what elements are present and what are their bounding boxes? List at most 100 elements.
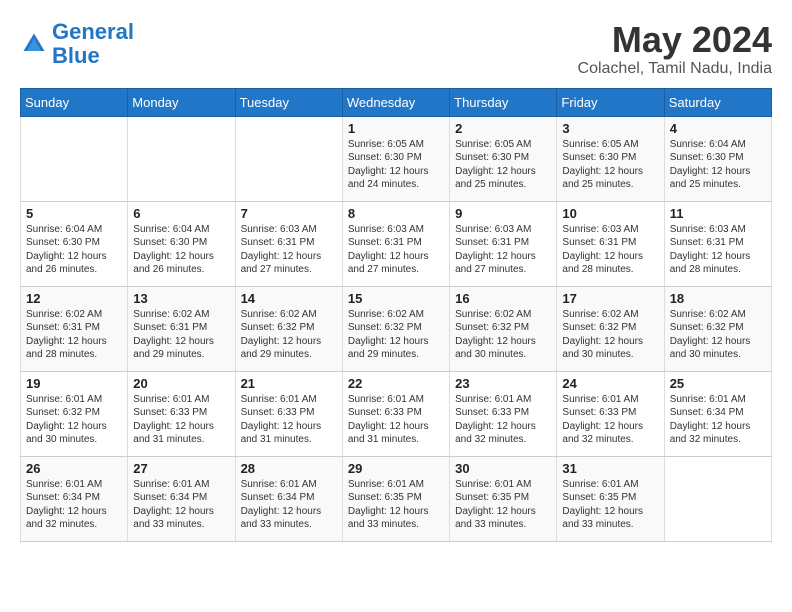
calendar-header-row: SundayMondayTuesdayWednesdayThursdayFrid…: [21, 88, 772, 116]
day-cell: 11 Sunrise: 6:03 AM Sunset: 6:31 PM Dayli…: [664, 201, 771, 286]
logo: General Blue: [20, 20, 134, 68]
day-number: 16: [455, 291, 551, 306]
day-info: Sunrise: 6:04 AM Sunset: 6:30 PM Dayligh…: [670, 138, 766, 192]
day-number: 9: [455, 206, 551, 221]
page-header: General Blue May 2024 Colachel, Tamil Na…: [20, 20, 772, 78]
day-info: Sunrise: 6:01 AM Sunset: 6:32 PM Dayligh…: [26, 393, 122, 447]
day-info: Sunrise: 6:01 AM Sunset: 6:34 PM Dayligh…: [133, 478, 229, 532]
day-number: 26: [26, 461, 122, 476]
day-number: 7: [241, 206, 337, 221]
day-info: Sunrise: 6:04 AM Sunset: 6:30 PM Dayligh…: [26, 223, 122, 277]
col-header-thursday: Thursday: [450, 88, 557, 116]
day-cell: [21, 116, 128, 201]
day-cell: 18 Sunrise: 6:02 AM Sunset: 6:32 PM Dayli…: [664, 286, 771, 371]
day-info: Sunrise: 6:01 AM Sunset: 6:34 PM Dayligh…: [241, 478, 337, 532]
day-cell: 5 Sunrise: 6:04 AM Sunset: 6:30 PM Daylig…: [21, 201, 128, 286]
day-info: Sunrise: 6:03 AM Sunset: 6:31 PM Dayligh…: [241, 223, 337, 277]
week-row-3: 19Sunrise: 6:01 AM Sunset: 6:32 PM Dayli…: [21, 371, 772, 456]
day-cell: 30Sunrise: 6:01 AM Sunset: 6:35 PM Dayli…: [450, 456, 557, 541]
day-info: Sunrise: 6:02 AM Sunset: 6:31 PM Dayligh…: [26, 308, 122, 362]
day-number: 3: [562, 121, 658, 136]
day-number: 5: [26, 206, 122, 221]
day-cell: 4 Sunrise: 6:04 AM Sunset: 6:30 PM Daylig…: [664, 116, 771, 201]
day-cell: 29Sunrise: 6:01 AM Sunset: 6:35 PM Dayli…: [342, 456, 449, 541]
day-number: 13: [133, 291, 229, 306]
day-info: Sunrise: 6:01 AM Sunset: 6:35 PM Dayligh…: [562, 478, 658, 532]
day-cell: 7 Sunrise: 6:03 AM Sunset: 6:31 PM Daylig…: [235, 201, 342, 286]
day-number: 11: [670, 206, 766, 221]
day-cell: 9 Sunrise: 6:03 AM Sunset: 6:31 PM Daylig…: [450, 201, 557, 286]
week-row-0: 1 Sunrise: 6:05 AM Sunset: 6:30 PM Daylig…: [21, 116, 772, 201]
day-number: 28: [241, 461, 337, 476]
day-info: Sunrise: 6:05 AM Sunset: 6:30 PM Dayligh…: [455, 138, 551, 192]
day-number: 25: [670, 376, 766, 391]
day-number: 15: [348, 291, 444, 306]
day-info: Sunrise: 6:03 AM Sunset: 6:31 PM Dayligh…: [562, 223, 658, 277]
day-number: 14: [241, 291, 337, 306]
day-cell: 10 Sunrise: 6:03 AM Sunset: 6:31 PM Dayli…: [557, 201, 664, 286]
day-number: 22: [348, 376, 444, 391]
day-info: Sunrise: 6:02 AM Sunset: 6:32 PM Dayligh…: [562, 308, 658, 362]
month-year: May 2024: [578, 20, 772, 60]
day-info: Sunrise: 6:02 AM Sunset: 6:31 PM Dayligh…: [133, 308, 229, 362]
day-number: 1: [348, 121, 444, 136]
day-info: Sunrise: 6:05 AM Sunset: 6:30 PM Dayligh…: [562, 138, 658, 192]
week-row-1: 5 Sunrise: 6:04 AM Sunset: 6:30 PM Daylig…: [21, 201, 772, 286]
day-number: 17: [562, 291, 658, 306]
day-info: Sunrise: 6:01 AM Sunset: 6:33 PM Dayligh…: [241, 393, 337, 447]
day-info: Sunrise: 6:01 AM Sunset: 6:34 PM Dayligh…: [26, 478, 122, 532]
day-cell: 22 Sunrise: 6:01 AM Sunset: 6:33 PM Dayli…: [342, 371, 449, 456]
day-info: Sunrise: 6:01 AM Sunset: 6:33 PM Dayligh…: [133, 393, 229, 447]
day-number: 2: [455, 121, 551, 136]
day-info: Sunrise: 6:03 AM Sunset: 6:31 PM Dayligh…: [670, 223, 766, 277]
day-number: 31: [562, 461, 658, 476]
day-cell: 12Sunrise: 6:02 AM Sunset: 6:31 PM Dayli…: [21, 286, 128, 371]
day-number: 20: [133, 376, 229, 391]
day-info: Sunrise: 6:02 AM Sunset: 6:32 PM Dayligh…: [241, 308, 337, 362]
day-cell: 8Sunrise: 6:03 AM Sunset: 6:31 PM Daylig…: [342, 201, 449, 286]
day-cell: [664, 456, 771, 541]
day-number: 23: [455, 376, 551, 391]
day-number: 27: [133, 461, 229, 476]
location: Colachel, Tamil Nadu, India: [578, 60, 772, 78]
day-cell: 1Sunrise: 6:05 AM Sunset: 6:30 PM Daylig…: [342, 116, 449, 201]
day-cell: 28 Sunrise: 6:01 AM Sunset: 6:34 PM Dayli…: [235, 456, 342, 541]
title-area: May 2024 Colachel, Tamil Nadu, India: [578, 20, 772, 78]
logo-line1: General: [52, 19, 134, 44]
day-info: Sunrise: 6:02 AM Sunset: 6:32 PM Dayligh…: [455, 308, 551, 362]
day-cell: 16 Sunrise: 6:02 AM Sunset: 6:32 PM Dayli…: [450, 286, 557, 371]
day-info: Sunrise: 6:01 AM Sunset: 6:34 PM Dayligh…: [670, 393, 766, 447]
col-header-sunday: Sunday: [21, 88, 128, 116]
day-cell: 25 Sunrise: 6:01 AM Sunset: 6:34 PM Dayli…: [664, 371, 771, 456]
day-info: Sunrise: 6:01 AM Sunset: 6:35 PM Dayligh…: [348, 478, 444, 532]
day-cell: [235, 116, 342, 201]
day-cell: 26 Sunrise: 6:01 AM Sunset: 6:34 PM Dayli…: [21, 456, 128, 541]
day-cell: 31 Sunrise: 6:01 AM Sunset: 6:35 PM Dayli…: [557, 456, 664, 541]
day-cell: 2 Sunrise: 6:05 AM Sunset: 6:30 PM Daylig…: [450, 116, 557, 201]
day-info: Sunrise: 6:03 AM Sunset: 6:31 PM Dayligh…: [348, 223, 444, 277]
day-number: 6: [133, 206, 229, 221]
day-cell: 27 Sunrise: 6:01 AM Sunset: 6:34 PM Dayli…: [128, 456, 235, 541]
day-cell: 15Sunrise: 6:02 AM Sunset: 6:32 PM Dayli…: [342, 286, 449, 371]
day-info: Sunrise: 6:03 AM Sunset: 6:31 PM Dayligh…: [455, 223, 551, 277]
day-info: Sunrise: 6:01 AM Sunset: 6:33 PM Dayligh…: [562, 393, 658, 447]
day-number: 4: [670, 121, 766, 136]
calendar-table: SundayMondayTuesdayWednesdayThursdayFrid…: [20, 88, 772, 542]
day-number: 18: [670, 291, 766, 306]
day-cell: 23 Sunrise: 6:01 AM Sunset: 6:33 PM Dayli…: [450, 371, 557, 456]
logo-text: General Blue: [52, 20, 134, 68]
day-info: Sunrise: 6:01 AM Sunset: 6:33 PM Dayligh…: [348, 393, 444, 447]
day-cell: [128, 116, 235, 201]
day-info: Sunrise: 6:04 AM Sunset: 6:30 PM Dayligh…: [133, 223, 229, 277]
logo-icon: [20, 30, 48, 58]
day-cell: 24Sunrise: 6:01 AM Sunset: 6:33 PM Dayli…: [557, 371, 664, 456]
day-cell: 20 Sunrise: 6:01 AM Sunset: 6:33 PM Dayli…: [128, 371, 235, 456]
day-info: Sunrise: 6:01 AM Sunset: 6:33 PM Dayligh…: [455, 393, 551, 447]
logo-line2: Blue: [52, 43, 100, 68]
day-cell: 17 Sunrise: 6:02 AM Sunset: 6:32 PM Dayli…: [557, 286, 664, 371]
day-number: 10: [562, 206, 658, 221]
col-header-friday: Friday: [557, 88, 664, 116]
day-cell: 14 Sunrise: 6:02 AM Sunset: 6:32 PM Dayli…: [235, 286, 342, 371]
day-info: Sunrise: 6:02 AM Sunset: 6:32 PM Dayligh…: [670, 308, 766, 362]
col-header-saturday: Saturday: [664, 88, 771, 116]
